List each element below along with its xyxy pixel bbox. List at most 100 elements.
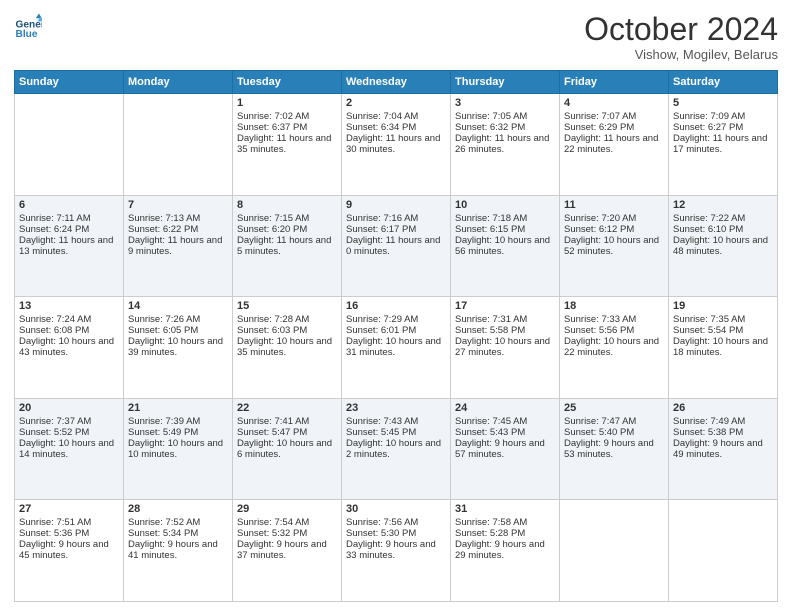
daylight-text: Daylight: 11 hours and 30 minutes. [346,133,440,155]
day-number: 28 [128,503,228,515]
sunrise-text: Sunrise: 7:52 AM [128,517,200,528]
sunrise-text: Sunrise: 7:18 AM [455,213,527,224]
sunset-text: Sunset: 6:24 PM [19,224,89,235]
table-cell: 6Sunrise: 7:11 AMSunset: 6:24 PMDaylight… [15,195,124,297]
table-cell: 22Sunrise: 7:41 AMSunset: 5:47 PMDayligh… [233,398,342,500]
sunrise-text: Sunrise: 7:49 AM [673,416,745,427]
day-number: 22 [237,402,337,414]
sunset-text: Sunset: 6:01 PM [346,325,416,336]
sunset-text: Sunset: 5:36 PM [19,528,89,539]
calendar-row: 1Sunrise: 7:02 AMSunset: 6:37 PMDaylight… [15,94,778,196]
sunset-text: Sunset: 6:03 PM [237,325,307,336]
sunrise-text: Sunrise: 7:43 AM [346,416,418,427]
daylight-text: Daylight: 9 hours and 49 minutes. [673,438,763,460]
day-number: 6 [19,199,119,211]
daylight-text: Daylight: 10 hours and 22 minutes. [564,336,659,358]
sunrise-text: Sunrise: 7:22 AM [673,213,745,224]
sunrise-text: Sunrise: 7:35 AM [673,314,745,325]
day-number: 21 [128,402,228,414]
sunrise-text: Sunrise: 7:20 AM [564,213,636,224]
table-cell: 2Sunrise: 7:04 AMSunset: 6:34 PMDaylight… [342,94,451,196]
sunrise-text: Sunrise: 7:02 AM [237,111,309,122]
sunrise-text: Sunrise: 7:05 AM [455,111,527,122]
sunrise-text: Sunrise: 7:39 AM [128,416,200,427]
day-number: 17 [455,300,555,312]
sunrise-text: Sunrise: 7:26 AM [128,314,200,325]
sunrise-text: Sunrise: 7:41 AM [237,416,309,427]
sunrise-text: Sunrise: 7:47 AM [564,416,636,427]
main-title: October 2024 [584,12,778,47]
table-cell: 15Sunrise: 7:28 AMSunset: 6:03 PMDayligh… [233,297,342,399]
sunset-text: Sunset: 5:54 PM [673,325,743,336]
sunset-text: Sunset: 5:40 PM [564,427,634,438]
sunset-text: Sunset: 6:29 PM [564,122,634,133]
day-number: 30 [346,503,446,515]
daylight-text: Daylight: 10 hours and 27 minutes. [455,336,550,358]
table-cell: 12Sunrise: 7:22 AMSunset: 6:10 PMDayligh… [669,195,778,297]
table-cell: 25Sunrise: 7:47 AMSunset: 5:40 PMDayligh… [560,398,669,500]
col-thursday: Thursday [451,71,560,94]
col-saturday: Saturday [669,71,778,94]
calendar-row: 20Sunrise: 7:37 AMSunset: 5:52 PMDayligh… [15,398,778,500]
sunset-text: Sunset: 5:34 PM [128,528,198,539]
page: General Blue October 2024 Vishow, Mogile… [0,0,792,612]
subtitle: Vishow, Mogilev, Belarus [584,47,778,62]
svg-text:Blue: Blue [16,29,38,40]
table-cell: 8Sunrise: 7:15 AMSunset: 6:20 PMDaylight… [233,195,342,297]
sunrise-text: Sunrise: 7:54 AM [237,517,309,528]
col-wednesday: Wednesday [342,71,451,94]
table-cell: 3Sunrise: 7:05 AMSunset: 6:32 PMDaylight… [451,94,560,196]
sunset-text: Sunset: 5:52 PM [19,427,89,438]
sunrise-text: Sunrise: 7:07 AM [564,111,636,122]
day-number: 25 [564,402,664,414]
table-cell: 31Sunrise: 7:58 AMSunset: 5:28 PMDayligh… [451,500,560,602]
title-block: October 2024 Vishow, Mogilev, Belarus [584,12,778,62]
table-cell: 14Sunrise: 7:26 AMSunset: 6:05 PMDayligh… [124,297,233,399]
table-cell: 17Sunrise: 7:31 AMSunset: 5:58 PMDayligh… [451,297,560,399]
daylight-text: Daylight: 9 hours and 57 minutes. [455,438,545,460]
table-cell: 28 Sunrise: 7:52 AMSunset: 5:34 PMDayligh… [124,500,233,602]
daylight-text: Daylight: 10 hours and 2 minutes. [346,438,441,460]
col-tuesday: Tuesday [233,71,342,94]
sunset-text: Sunset: 6:12 PM [564,224,634,235]
sunrise-text: Sunrise: 7:24 AM [19,314,91,325]
day-number: 18 [564,300,664,312]
day-number: 19 [673,300,773,312]
table-cell: 20Sunrise: 7:37 AMSunset: 5:52 PMDayligh… [15,398,124,500]
sunset-text: Sunset: 5:49 PM [128,427,198,438]
day-number: 27 [19,503,119,515]
table-cell [560,500,669,602]
daylight-text: Daylight: 9 hours and 41 minutes. [128,539,218,561]
daylight-text: Daylight: 10 hours and 14 minutes. [19,438,114,460]
table-cell: 1Sunrise: 7:02 AMSunset: 6:37 PMDaylight… [233,94,342,196]
col-sunday: Sunday [15,71,124,94]
daylight-text: Daylight: 9 hours and 33 minutes. [346,539,436,561]
calendar-row: 6Sunrise: 7:11 AMSunset: 6:24 PMDaylight… [15,195,778,297]
daylight-text: Daylight: 11 hours and 5 minutes. [237,235,331,257]
day-number: 14 [128,300,228,312]
calendar-table: Sunday Monday Tuesday Wednesday Thursday… [14,70,778,602]
day-number: 2 [346,97,446,109]
sunset-text: Sunset: 6:17 PM [346,224,416,235]
sunset-text: Sunset: 5:32 PM [237,528,307,539]
table-cell [124,94,233,196]
sunset-text: Sunset: 5:38 PM [673,427,743,438]
logo: General Blue [14,12,42,40]
table-cell: 26Sunrise: 7:49 AMSunset: 5:38 PMDayligh… [669,398,778,500]
daylight-text: Daylight: 11 hours and 0 minutes. [346,235,440,257]
sunset-text: Sunset: 6:08 PM [19,325,89,336]
day-number: 3 [455,97,555,109]
col-friday: Friday [560,71,669,94]
table-cell [15,94,124,196]
day-number: 20 [19,402,119,414]
calendar-row: 13Sunrise: 7:24 AMSunset: 6:08 PMDayligh… [15,297,778,399]
day-number: 4 [564,97,664,109]
sunset-text: Sunset: 6:20 PM [237,224,307,235]
table-cell: 29Sunrise: 7:54 AMSunset: 5:32 PMDayligh… [233,500,342,602]
header-row: Sunday Monday Tuesday Wednesday Thursday… [15,71,778,94]
sunrise-text: Sunrise: 7:16 AM [346,213,418,224]
sunrise-text: Sunrise: 7:28 AM [237,314,309,325]
logo-icon: General Blue [14,12,42,40]
sunset-text: Sunset: 6:32 PM [455,122,525,133]
table-cell: 18Sunrise: 7:33 AMSunset: 5:56 PMDayligh… [560,297,669,399]
